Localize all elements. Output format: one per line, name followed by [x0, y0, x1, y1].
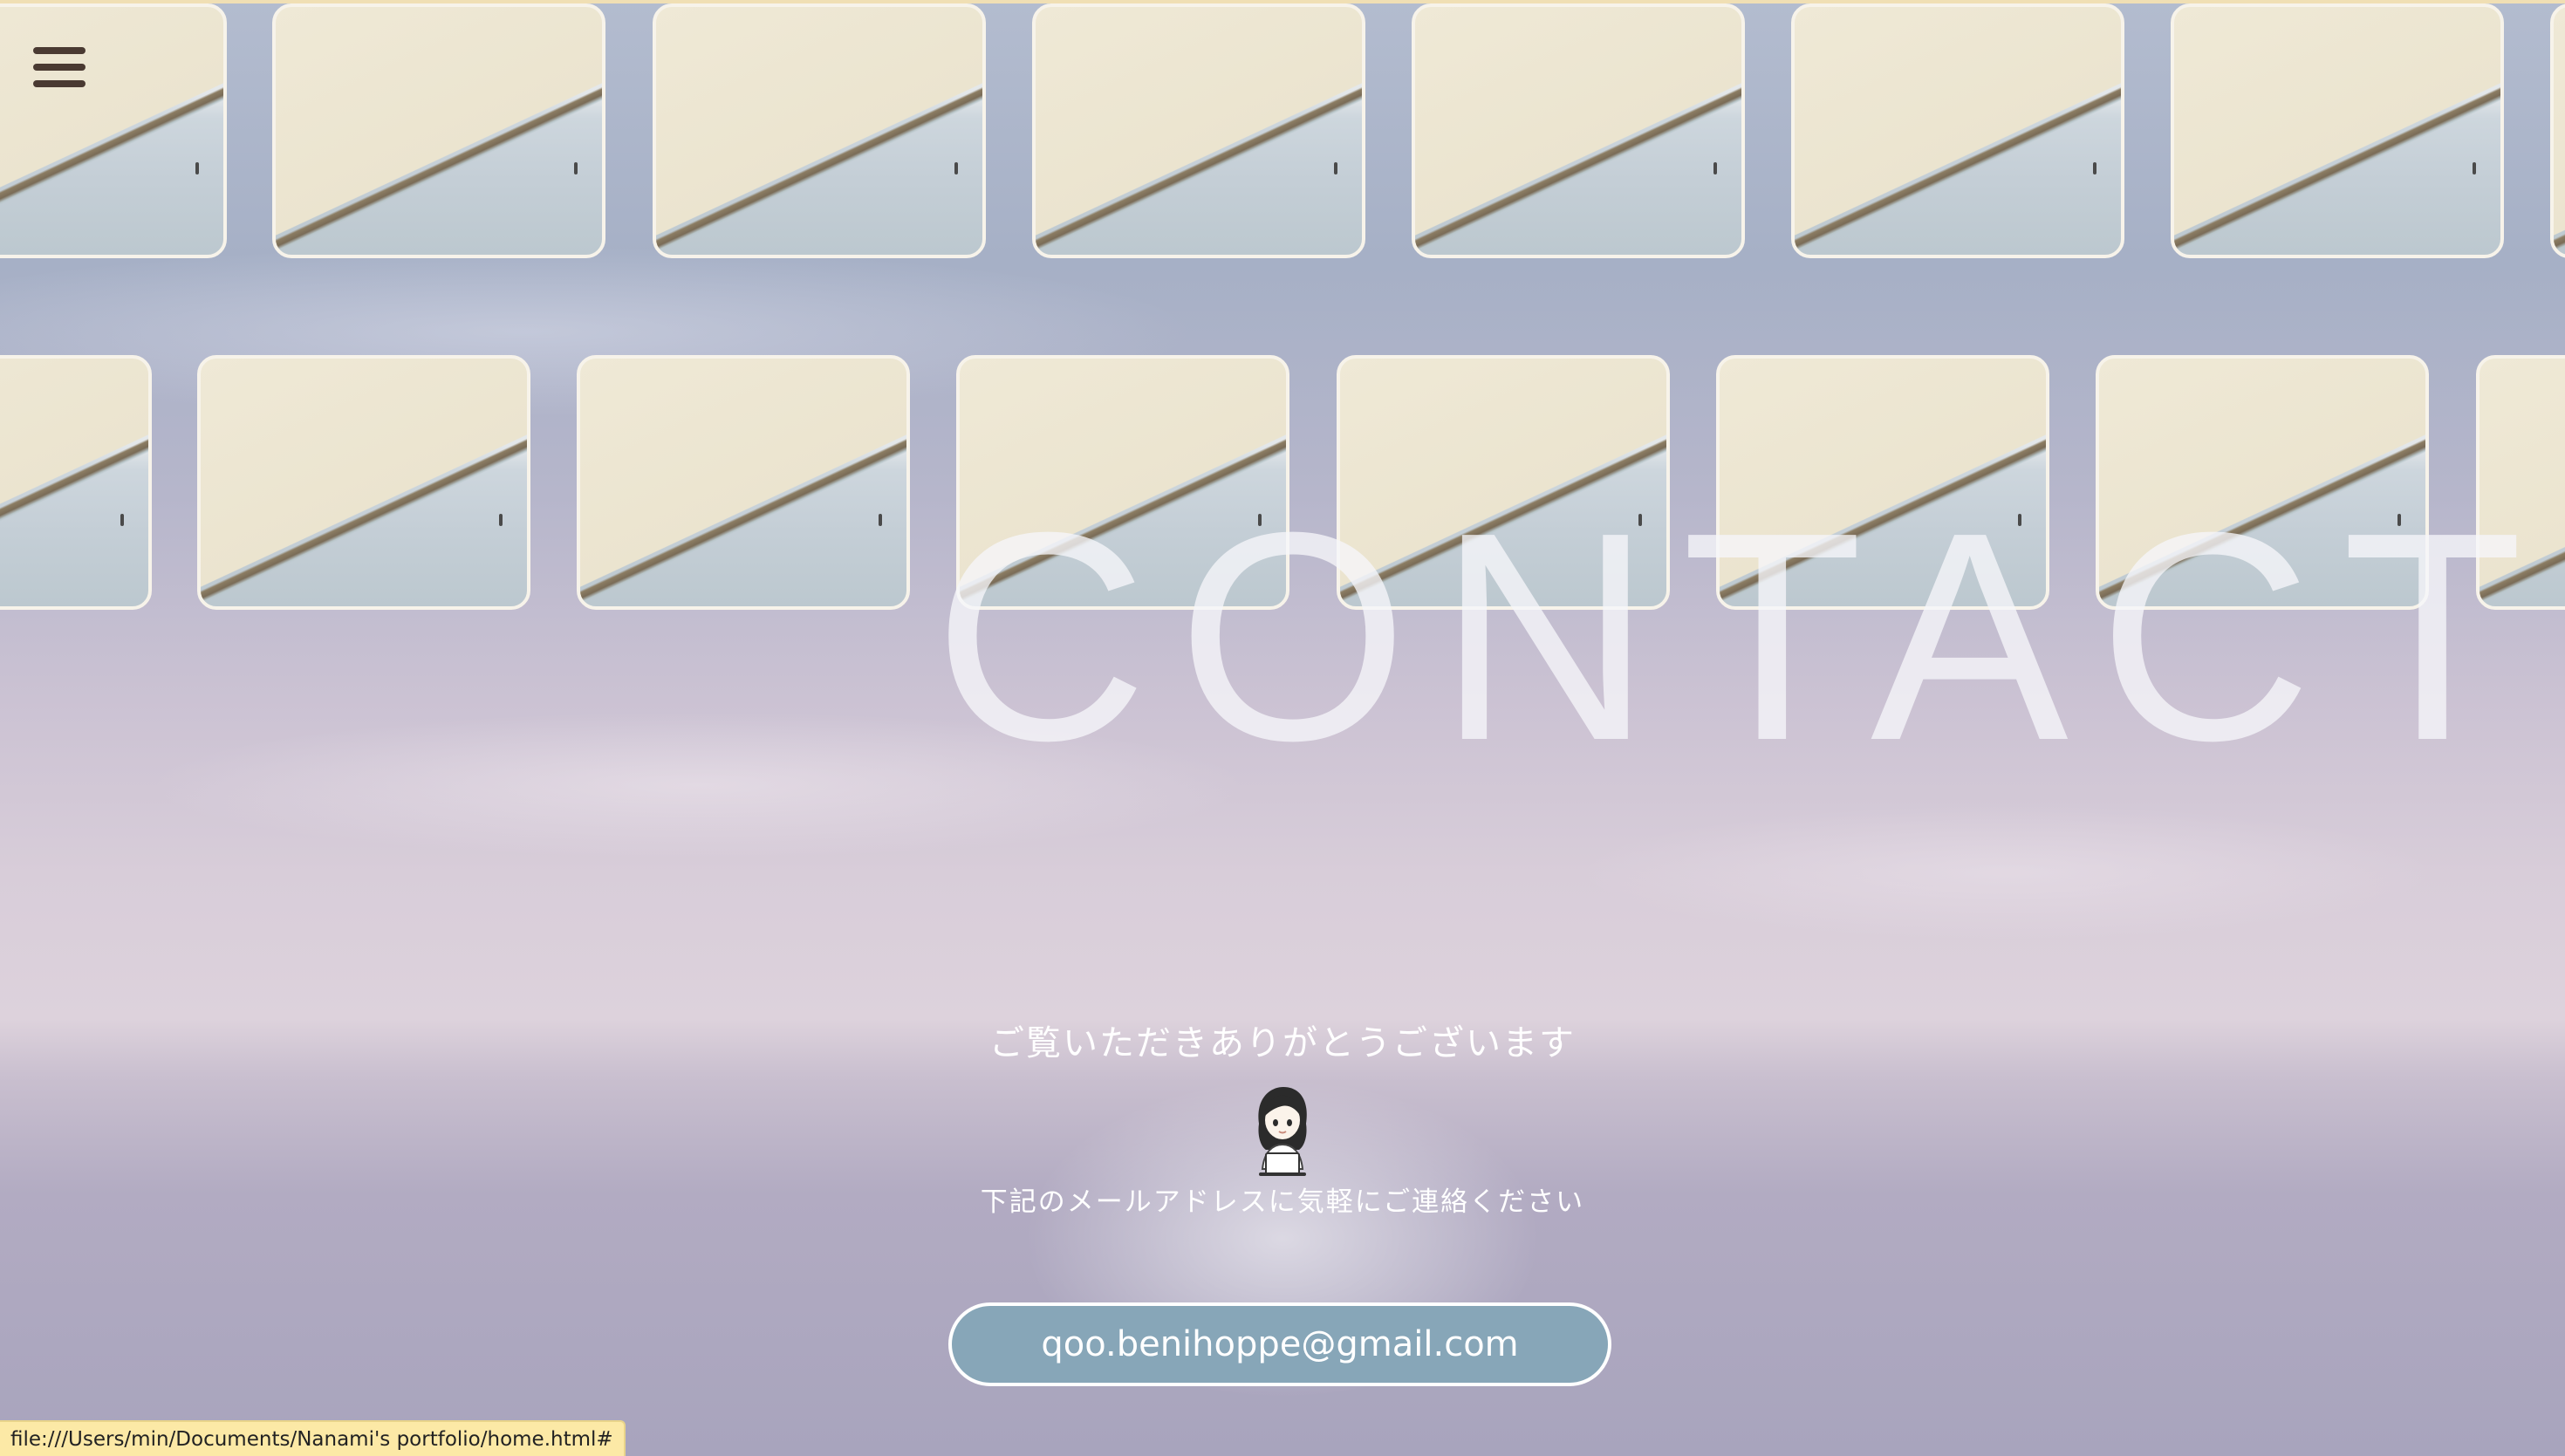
menu-bar: [33, 64, 86, 71]
gallery-photo: [1032, 3, 1365, 258]
photo-strip-top: [0, 3, 2565, 258]
email-address-button[interactable]: qoo.benihoppe@gmail.com: [948, 1302, 1611, 1386]
gallery-photo: [2171, 3, 2504, 258]
menu-bar: [33, 80, 86, 87]
thanks-message: ご覧いただきありがとうございます: [989, 1023, 1576, 1063]
gallery-photo: [577, 355, 910, 610]
gallery-photo: [1791, 3, 2124, 258]
browser-status-bar-url: file:///Users/min/Documents/Nanami's por…: [0, 1420, 626, 1456]
gallery-photo: [0, 355, 152, 610]
mail-instruction-text: 下記のメールアドレスに気軽にご連絡ください: [980, 1186, 1585, 1218]
gallery-photo: [653, 3, 986, 258]
gallery-photo: [272, 3, 605, 258]
section-heading: CONTACT: [934, 471, 2553, 803]
gallery-photo: [1412, 3, 1745, 258]
girl-with-laptop-illustration: [1243, 1082, 1322, 1178]
gallery-photo: [2550, 3, 2565, 258]
gallery-photo: [197, 355, 530, 610]
contact-section: CONTACT ご覧いただきありがとうございます 下記のメールアドレスに気軽にご…: [0, 0, 2565, 1456]
hamburger-menu-icon[interactable]: [26, 37, 96, 98]
menu-bar: [33, 47, 86, 54]
